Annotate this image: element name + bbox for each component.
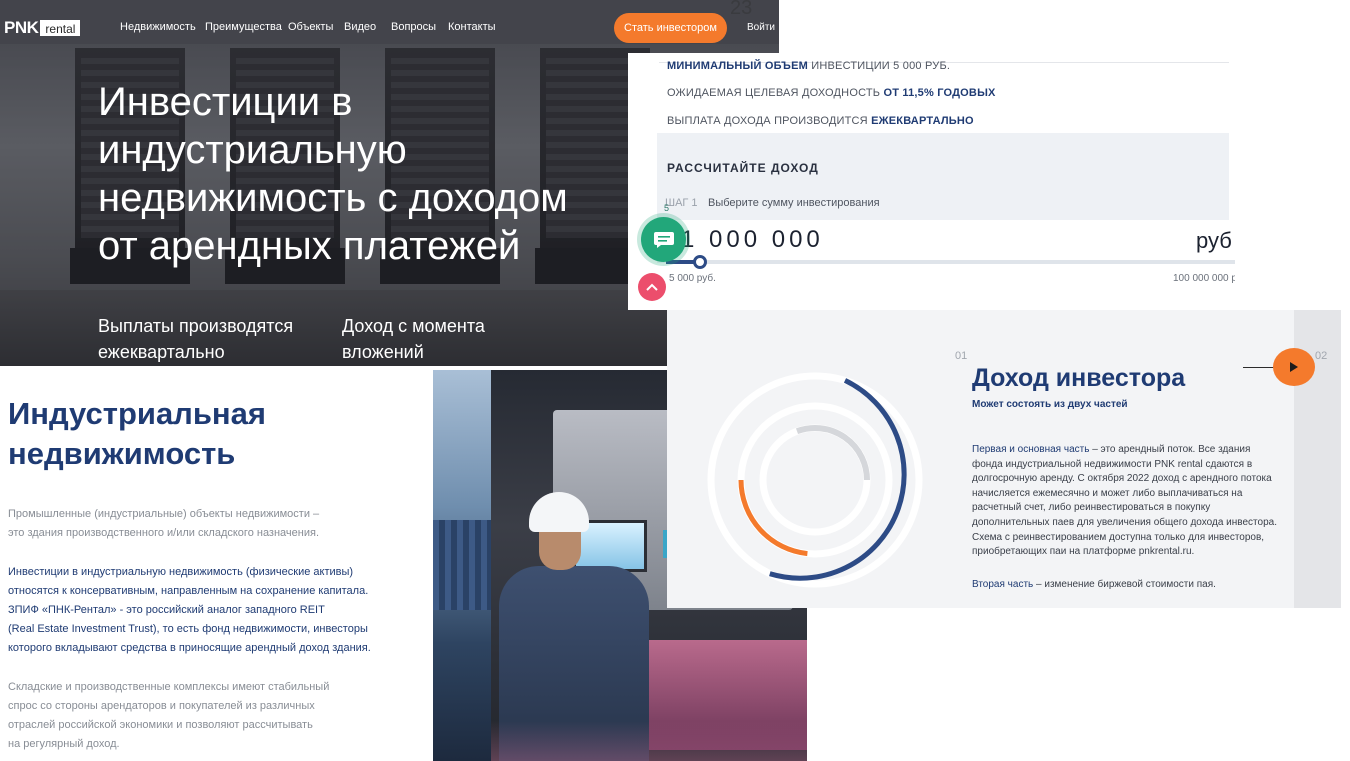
industrial-title: Индустриальная недвижимость [8,394,308,474]
para-line: относятся к консервативным, направленным… [8,585,369,597]
nav-item-voprosy[interactable]: Вопросы [391,21,436,33]
feature-line: Выплаты производятся [98,316,294,336]
hero-title: Инвестиции в индустриальную недвижимость… [98,78,638,270]
slide-number-current: 01 [955,350,968,362]
counter-number: 23 [730,0,753,19]
logo-box: rental [40,20,81,36]
calculator-title: РАССЧИТАЙТЕ ДОХОД [667,161,819,175]
investment-amount-value[interactable]: 1 000 000 [681,226,824,254]
hero-title-line: недвижимость с доходом [98,176,568,220]
top-navigation: PNK rental Недвижимость Преимущества Объ… [0,0,779,54]
nav-item-obekty[interactable]: Объекты [288,21,333,33]
investor-income-slide: 01 02 Доход инвестора Может состоять из … [667,310,1341,608]
play-arrow-icon [1290,362,1298,372]
para-line: (Real Estate Investment Trust), то есть … [8,623,368,635]
nav-item-video[interactable]: Видео [344,21,376,33]
nav-item-kontakty[interactable]: Контакты [448,21,496,33]
feature-line: вложений [342,342,424,362]
next-slide-button[interactable] [1273,348,1315,386]
step-instruction: Выберите сумму инвестирования [708,197,880,209]
pnk-rental-logo[interactable]: PNK rental [4,18,81,38]
payout-label: ВЫПЛАТА ДОХОДА ПРОИЗВОДИТСЯ [667,115,872,127]
title-line: Индустриальная [8,396,266,431]
photo-warehouse-strip [433,370,491,761]
min-investment-value: ИНВЕСТИЦИИ 5 000 РУБ. [807,60,951,72]
step-label: ШАГ 1 [665,197,698,209]
become-investor-button[interactable]: Стать инвестором [614,13,727,43]
nav-item-nedvizhimost[interactable]: Недвижимость [120,21,196,33]
expected-yield-label: ОЖИДАЕМАЯ ЦЕЛЕВАЯ ДОХОДНОСТЬ [667,87,884,99]
income-first-part-text: Первая и основная часть – это арендный п… [972,443,1282,560]
feature-line: ежеквартально [98,342,225,362]
para-line: это здания производственного и/или склад… [8,527,320,539]
para-line: Инвестиции в индустриальную недвижимость… [8,566,354,578]
logo-wordmark: PNK [4,18,39,37]
industrial-investment-info: Инвестиции в индустриальную недвижимость… [8,563,408,658]
chat-button[interactable] [641,217,686,262]
first-part-highlight: Первая и основная часть [972,444,1090,455]
second-part-highlight: Вторая часть [972,579,1034,590]
chat-bubble-icon [653,231,674,248]
hero-feature-income-start: Доход с момента вложений [342,313,552,365]
min-investment-label: МИНИМАЛЬНЫЙ ОБЪЕМ [667,60,808,72]
slider-max-label: 100 000 000 руб. [1173,273,1235,284]
hero-title-line: Инвестиции в индустриальную [98,80,407,172]
payout-value: ЕЖЕКВАРТАЛЬНО [871,115,974,127]
hero-feature-quarterly: Выплаты производятся ежеквартально [98,313,308,365]
amount-slider-track[interactable] [666,260,1235,264]
nav-item-preimushchestva[interactable]: Преимущества [205,21,282,33]
photo-worker-face [539,526,581,570]
para-line: Промышленные (индустриальные) объекты не… [8,508,320,520]
hero-title-line: от арендных платежей [98,224,521,268]
income-subtitle: Может состоять из двух частей [972,399,1128,410]
login-link[interactable]: Войти [747,22,775,33]
income-title: Доход инвестора [972,364,1186,392]
slide-number-next[interactable]: 02 [1315,350,1327,362]
industrial-definition: Промышленные (индустриальные) объекты не… [8,505,408,543]
para-line: отраслей российской экономики и позволяю… [8,719,313,731]
currency-unit: руб [1196,228,1232,253]
para-line: на регулярный доход. [8,738,120,750]
min-investment-line: МИНИМАЛЬНЫЙ ОБЪЕМ ИНВЕСТИЦИИ 5 000 РУБ. [667,60,950,72]
feature-line: Доход с момента [342,316,485,336]
income-rings-graphic [707,372,923,588]
industrial-section: Индустриальная недвижимость Промышленные… [0,366,433,761]
amount-slider-handle[interactable] [693,255,707,269]
industrial-demand-info: Складские и производственные комплексы и… [8,678,408,754]
chevron-up-icon [646,283,658,291]
scroll-to-top-button[interactable] [638,273,666,301]
para-line: Складские и производственные комплексы и… [8,681,330,693]
payout-frequency-line: ВЫПЛАТА ДОХОДА ПРОИЗВОДИТСЯ ЕЖЕКВАРТАЛЬН… [667,115,974,127]
para-line: спрос со стороны арендаторов и покупател… [8,700,315,712]
para-line: которого вкладывают средства в приносящи… [8,642,371,654]
second-part-body: – изменение биржевой стоимости пая. [1033,579,1216,590]
expected-yield-line: ОЖИДАЕМАЯ ЦЕЛЕВАЯ ДОХОДНОСТЬ ОТ 11,5% ГО… [667,87,996,99]
expected-yield-value: ОТ 11,5% ГОДОВЫХ [883,87,996,99]
para-line: ЗПИФ «ПНК-Рентал» - это российский анало… [8,604,325,616]
first-part-body: – это арендный поток. Все здания фонда и… [972,444,1277,558]
income-second-part-text: Вторая часть – изменение биржевой стоимо… [972,579,1216,590]
invest-info-panel: МИНИМАЛЬНЫЙ ОБЪЕМ ИНВЕСТИЦИИ 5 000 РУБ. … [628,53,1235,310]
step-number: 5 [664,203,670,213]
title-line: недвижимость [8,436,236,471]
slider-min-label: 5 000 руб. [669,273,716,284]
photo-floor-glow [491,721,807,761]
